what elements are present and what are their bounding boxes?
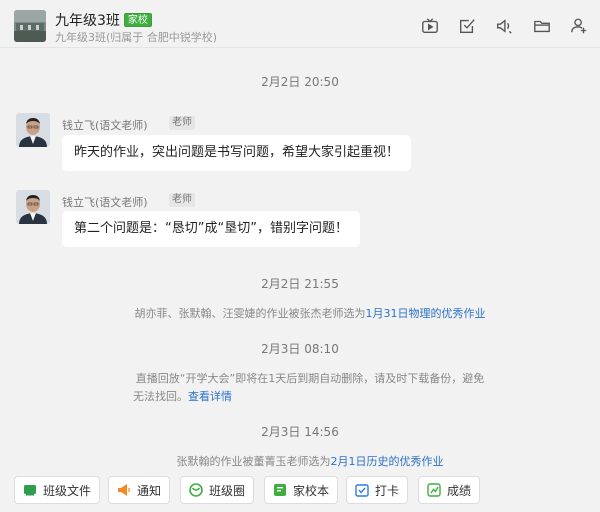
- class-circle-label: 班级圈: [209, 483, 246, 498]
- home-school-book-button[interactable]: 家校本: [264, 476, 339, 504]
- grades-label: 成绩: [447, 483, 472, 498]
- avatar[interactable]: [16, 190, 50, 224]
- class-files-label: 班级文件: [43, 483, 92, 498]
- homework-check-icon[interactable]: [457, 16, 477, 36]
- timestamp: 2月2日 20:50: [261, 75, 339, 89]
- system-message: 胡亦菲、张默翰、汪雯婕的作业被张杰老师选为1月31日物理的优秀作业: [110, 305, 510, 323]
- grades-icon: [427, 483, 441, 497]
- message-bubble[interactable]: 昨天的作业，突出问题是书写问题，希望大家引起重视！: [62, 135, 412, 171]
- checkin-label: 打卡: [375, 483, 400, 498]
- class-files-icon: [23, 483, 37, 497]
- checkin-icon: [355, 483, 369, 497]
- system-message: 张默翰的作业被董菁玉老师选为2月1日历史的优秀作业: [110, 453, 510, 471]
- home-school-badge: 家校: [123, 13, 152, 27]
- notice-button[interactable]: 通知: [108, 476, 171, 504]
- system-message-link[interactable]: 2月1日历史的优秀作业: [331, 455, 444, 468]
- class-files-button[interactable]: 班级文件: [14, 476, 101, 504]
- system-message-link[interactable]: 1月31日物理的优秀作业: [366, 307, 486, 320]
- avatar[interactable]: [16, 113, 50, 147]
- system-message-text: 胡亦菲、张默翰、汪雯婕的作业被张杰老师选为: [134, 307, 366, 320]
- live-icon[interactable]: [420, 16, 440, 36]
- system-message-text: 无法找回。: [133, 390, 188, 403]
- checkin-button[interactable]: 打卡: [346, 476, 409, 504]
- grades-button[interactable]: 成绩: [418, 476, 481, 504]
- system-message-text: 直播回放“开学大会”即将在1天后到期自动删除，请及时下载备份，避免: [135, 372, 485, 385]
- system-message: 直播回放“开学大会”即将在1天后到期自动删除，请及时下载备份，避免 无法找回。查…: [110, 370, 510, 406]
- group-subtitle: 九年级3班(归属于 合肥中锐学校): [55, 31, 218, 44]
- home-school-book-label: 家校本: [293, 483, 330, 498]
- timestamp: 2月3日 14:56: [261, 425, 339, 439]
- sender-name: 钱立飞(语文老师): [62, 119, 148, 132]
- sender-name: 钱立飞(语文老师): [62, 196, 148, 209]
- class-circle-icon: [189, 483, 203, 497]
- timestamp: 2月2日 21:55: [261, 277, 339, 291]
- role-tag: 老师: [169, 116, 195, 130]
- chat-header: 九年级3班 家校 九年级3班(归属于 合肥中锐学校): [0, 0, 600, 48]
- announce-icon[interactable]: [494, 16, 514, 36]
- role-tag: 老师: [169, 193, 195, 207]
- notice-label: 通知: [137, 483, 162, 498]
- group-title: 九年级3班: [55, 13, 120, 29]
- megaphone-icon: [117, 483, 131, 497]
- system-message-text: 张默翰的作业被董菁玉老师选为: [176, 455, 331, 468]
- add-member-icon[interactable]: [569, 16, 589, 36]
- class-circle-button[interactable]: 班级圈: [180, 476, 255, 504]
- folder-icon[interactable]: [532, 16, 552, 36]
- quick-action-bar: 班级文件 通知 班级圈 家校本 打卡 成绩: [0, 472, 600, 512]
- message-bubble[interactable]: 第二个问题是：“恳切”成“垦切”，错别字问题！: [62, 211, 360, 247]
- view-details-link[interactable]: 查看详情: [188, 390, 232, 403]
- timestamp: 2月3日 08:10: [261, 342, 339, 356]
- group-avatar[interactable]: [14, 10, 46, 42]
- home-school-book-icon: [273, 483, 287, 497]
